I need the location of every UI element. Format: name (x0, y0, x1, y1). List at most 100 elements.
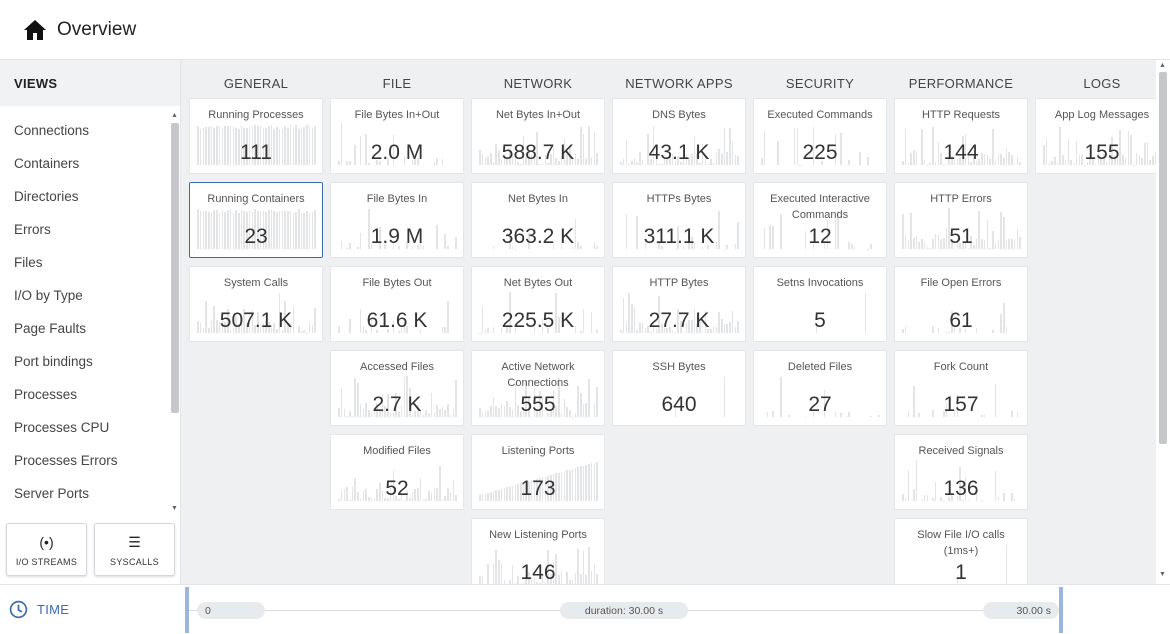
column-logs: LOGS App Log Messages 155 (1035, 60, 1156, 584)
tile-received-signals[interactable]: Received Signals 136 (894, 434, 1028, 510)
sidebar-item-directories[interactable]: Directories (0, 180, 170, 213)
tile-value: 173 (520, 477, 556, 500)
views-scrollbar-thumb[interactable] (171, 123, 179, 413)
tile-net-bytes-in[interactable]: Net Bytes In 363.2 K (471, 182, 605, 258)
tile-name: Net Bytes In+Out (495, 109, 581, 121)
tile-value: 61 (949, 309, 973, 332)
scroll-down-icon[interactable]: ▼ (1159, 571, 1166, 578)
tile-modified-files[interactable]: Modified Files 52 (330, 434, 464, 510)
time-range-slider[interactable]: 0 duration: 30.00 s 30.00 s (185, 587, 1063, 633)
tile-name: Fork Count (933, 361, 989, 373)
tile-running-processes[interactable]: Running Processes 111 (189, 98, 323, 174)
tile-name: Modified Files (363, 445, 431, 457)
tile-file-bytes-in[interactable]: File Bytes In 1.9 M (330, 182, 464, 258)
tile-deleted-files[interactable]: Deleted Files 27 (753, 350, 887, 426)
column-file: FILE File Bytes In+Out 2.0 M File Bytes In 1… (330, 60, 464, 584)
tile-new-listening-ports[interactable]: New Listening Ports 146 (471, 518, 605, 584)
column-heading: FILE (382, 76, 412, 91)
tile-value: 155 (1084, 141, 1120, 164)
column-heading: LOGS (1083, 76, 1121, 91)
tile-name: File Open Errors (920, 277, 1002, 289)
tile-value: 111 (240, 141, 272, 164)
tile-file-bytes-in-out[interactable]: File Bytes In+Out 2.0 M (330, 98, 464, 174)
column-network: NETWORK Net Bytes In+Out 588.7 K Net Bytes … (471, 60, 605, 584)
tile-value: 12 (808, 225, 832, 248)
scroll-up-icon[interactable]: ▲ (171, 112, 178, 119)
range-end-handle[interactable] (1059, 587, 1063, 633)
tile-executed-commands[interactable]: Executed Commands 225 (753, 98, 887, 174)
tile-accessed-files[interactable]: Accessed Files 2.7 K (330, 350, 464, 426)
tile-listening-ports[interactable]: Listening Ports 173 (471, 434, 605, 510)
sidebar-item-server-ports[interactable]: Server Ports (0, 477, 170, 510)
tile-running-containers[interactable]: Running Containers 23 (189, 182, 323, 258)
tile-name: Active Network Connections (501, 361, 575, 389)
tile-value: 507.1 K (219, 309, 293, 332)
tile-name: New Listening Ports (489, 529, 587, 541)
io-streams-label: I/O STREAMS (15, 556, 78, 567)
views-scrollbar[interactable]: ▲ ▼ (169, 110, 181, 516)
list-icon: ☰ (128, 533, 141, 550)
tile-value: 27 (808, 393, 832, 416)
tile-slow-file-i-o-calls-1ms[interactable]: Slow File I/O calls (1ms+) 1 (894, 518, 1028, 584)
tile-app-log-messages[interactable]: App Log Messages 155 (1035, 98, 1156, 174)
sidebar-item-port-bindings[interactable]: Port bindings (0, 345, 170, 378)
sidebar-item-page-faults[interactable]: Page Faults (0, 312, 170, 345)
tile-value: 146 (520, 561, 556, 584)
sidebar-item-processes-errors[interactable]: Processes Errors (0, 444, 170, 477)
tile-name: File Bytes Out (362, 277, 432, 289)
tile-active-network-connections[interactable]: Active Network Connections 555 (471, 350, 605, 426)
tile-value: 225 (802, 141, 838, 164)
home-icon[interactable] (23, 19, 47, 41)
column-heading: NETWORK (503, 76, 573, 91)
tile-name: Deleted Files (787, 361, 853, 373)
tile-value: 23 (244, 225, 268, 248)
sidebar-item-containers[interactable]: Containers (0, 147, 170, 180)
tile-value: 363.2 K (501, 225, 575, 248)
tile-fork-count[interactable]: Fork Count 157 (894, 350, 1028, 426)
tile-dns-bytes[interactable]: DNS Bytes 43.1 K (612, 98, 746, 174)
tile-value: 136 (943, 477, 979, 500)
tile-https-bytes[interactable]: HTTPs Bytes 311.1 K (612, 182, 746, 258)
tile-file-open-errors[interactable]: File Open Errors 61 (894, 266, 1028, 342)
tile-name: Slow File I/O calls (1ms+) (917, 529, 1005, 557)
tile-executed-interactive-commands[interactable]: Executed Interactive Commands 12 (753, 182, 887, 258)
tile-ssh-bytes[interactable]: SSH Bytes 640 (612, 350, 746, 426)
sidebar-item-i-o-by-type[interactable]: I/O by Type (0, 279, 170, 312)
tile-value: 144 (943, 141, 979, 164)
time-label[interactable]: TIME (9, 600, 69, 619)
column-network-apps: NETWORK APPS DNS Bytes 43.1 K HTTPs Bytes 31… (612, 60, 746, 584)
tile-http-bytes[interactable]: HTTP Bytes 27.7 K (612, 266, 746, 342)
io-streams-button[interactable]: (•) I/O STREAMS (6, 523, 87, 576)
tile-value: 555 (520, 393, 556, 416)
column-heading: SECURITY (785, 76, 855, 91)
column-general: GENERAL Running Processes 111 Running Conta… (189, 60, 323, 584)
range-start-label: 0 (197, 602, 265, 619)
tile-http-requests[interactable]: HTTP Requests 144 (894, 98, 1028, 174)
sidebar-item-connections[interactable]: Connections (0, 114, 170, 147)
tile-file-bytes-out[interactable]: File Bytes Out 61.6 K (330, 266, 464, 342)
sidebar-item-files[interactable]: Files (0, 246, 170, 279)
tile-net-bytes-out[interactable]: Net Bytes Out 225.5 K (471, 266, 605, 342)
tile-http-errors[interactable]: HTTP Errors 51 (894, 182, 1028, 258)
sidebar-item-processes[interactable]: Processes (0, 378, 170, 411)
column-heading: PERFORMANCE (908, 76, 1014, 91)
tile-value: 2.0 M (370, 141, 424, 164)
scroll-down-icon[interactable]: ▼ (171, 505, 178, 512)
main-scrollbar-thumb[interactable] (1159, 72, 1167, 444)
syscalls-button[interactable]: ☰ SYSCALLS (94, 523, 175, 576)
tile-value: 5 (814, 309, 826, 332)
views-heading: VIEWS (0, 60, 180, 106)
tile-value: 588.7 K (501, 141, 575, 164)
sidebar-item-processes-cpu[interactable]: Processes CPU (0, 411, 170, 444)
tile-net-bytes-in-out[interactable]: Net Bytes In+Out 588.7 K (471, 98, 605, 174)
scroll-up-icon[interactable]: ▲ (1159, 62, 1166, 69)
sidebar-item-errors[interactable]: Errors (0, 213, 170, 246)
tile-system-calls[interactable]: System Calls 507.1 K (189, 266, 323, 342)
main-scrollbar[interactable]: ▲ ▼ (1156, 60, 1170, 584)
tile-name: Net Bytes In (508, 193, 568, 205)
broadcast-icon: (•) (39, 533, 54, 550)
syscalls-label: SYSCALLS (110, 556, 159, 567)
tile-value: 225.5 K (501, 309, 575, 332)
tile-value: 1.9 M (370, 225, 424, 248)
tile-setns-invocations[interactable]: Setns Invocations 5 (753, 266, 887, 342)
